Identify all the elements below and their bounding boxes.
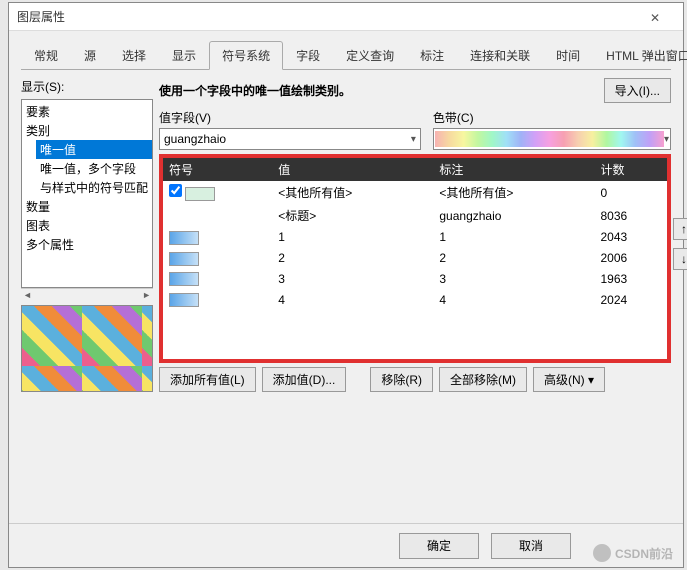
- table-row[interactable]: 442024: [163, 289, 667, 310]
- th-symbol: 符号: [163, 158, 272, 181]
- cell-count: 2024: [594, 289, 667, 310]
- cancel-button[interactable]: 取消: [491, 533, 571, 559]
- chevron-down-icon: ▾: [664, 134, 669, 145]
- tree-features[interactable]: 要素: [22, 102, 152, 121]
- cell-count: 1963: [594, 269, 667, 290]
- chevron-down-icon: ▾: [411, 134, 416, 145]
- right-panel: 使用一个字段中的唯一值绘制类别。 导入(I)... 值字段(V) guangzh…: [159, 78, 671, 392]
- color-ramp-label: 色带(C): [433, 109, 671, 126]
- layer-properties-dialog: 图层属性 ✕ 常规源选择显示符号系统字段定义查询标注连接和关联时间HTML 弹出…: [8, 2, 684, 568]
- tab-10[interactable]: HTML 弹出窗口: [593, 41, 687, 69]
- scroll-right-icon: ►: [142, 290, 151, 300]
- tab-6[interactable]: 定义查询: [333, 41, 407, 69]
- move-up-button[interactable]: ↑: [673, 218, 687, 240]
- swatch-icon: [169, 272, 199, 286]
- add-value-button[interactable]: 添加值(D)...: [262, 367, 347, 392]
- cell-label: 3: [433, 269, 594, 290]
- tree-charts[interactable]: 图表: [22, 216, 152, 235]
- swatch-icon: [169, 231, 199, 245]
- cell-value: <其他所有值>: [272, 181, 433, 204]
- tab-0[interactable]: 常规: [21, 41, 71, 69]
- tab-1[interactable]: 源: [71, 41, 109, 69]
- scroll-left-icon: ◄: [23, 290, 32, 300]
- value-field-label: 值字段(V): [159, 109, 421, 126]
- tab-4[interactable]: 符号系统: [209, 41, 283, 70]
- ok-button[interactable]: 确定: [399, 533, 479, 559]
- dialog-footer: 确定 取消 应用(A): [9, 523, 683, 567]
- swatch-icon: [185, 187, 215, 201]
- color-ramp-preview: [435, 131, 664, 147]
- cell-count: 0: [594, 181, 667, 204]
- tree-unique-many-fields[interactable]: 唯一值，多个字段: [36, 159, 152, 178]
- tree-match-style[interactable]: 与样式中的符号匹配: [36, 178, 152, 197]
- watermark-text: CSDN前沿: [615, 545, 673, 562]
- symbology-preview: [21, 305, 153, 392]
- cell-value: <标题>: [272, 204, 433, 227]
- th-count: 计数: [594, 158, 667, 181]
- tree-unique-values[interactable]: 唯一值: [36, 140, 152, 159]
- tab-8[interactable]: 连接和关联: [457, 41, 543, 69]
- tab-7[interactable]: 标注: [407, 41, 457, 69]
- tab-9[interactable]: 时间: [543, 41, 593, 69]
- cell-label: 1: [433, 227, 594, 248]
- arrow-down-icon: ↓: [681, 252, 687, 266]
- other-values-checkbox[interactable]: [169, 184, 182, 197]
- cell-value: 4: [272, 289, 433, 310]
- values-table[interactable]: 符号 值 标注 计数 <其他所有值><其他所有值>0<标题>guangzhaio…: [163, 158, 667, 310]
- table-row[interactable]: <标题>guangzhaio8036: [163, 204, 667, 227]
- tab-2[interactable]: 选择: [109, 41, 159, 69]
- tree-categories[interactable]: 类别: [22, 121, 152, 140]
- th-label: 标注: [433, 158, 594, 181]
- cell-label: 4: [433, 289, 594, 310]
- color-ramp-select[interactable]: ▾: [433, 128, 671, 150]
- dialog-body: 常规源选择显示符号系统字段定义查询标注连接和关联时间HTML 弹出窗口 显示(S…: [9, 31, 683, 400]
- arrow-up-icon: ↑: [681, 222, 687, 236]
- tab-5[interactable]: 字段: [283, 41, 333, 69]
- cell-count: 2006: [594, 248, 667, 269]
- cell-label: guangzhaio: [433, 204, 594, 227]
- remove-all-button[interactable]: 全部移除(M): [439, 367, 527, 392]
- cell-count: 8036: [594, 204, 667, 227]
- titlebar: 图层属性 ✕: [9, 3, 683, 31]
- symbology-description: 使用一个字段中的唯一值绘制类别。: [159, 82, 598, 99]
- cell-value: 1: [272, 227, 433, 248]
- show-tree[interactable]: 要素 类别 唯一值 唯一值，多个字段 与样式中的符号匹配 数量 图表 多个属性: [21, 99, 153, 288]
- move-down-button[interactable]: ↓: [673, 248, 687, 270]
- close-icon: ✕: [650, 11, 660, 25]
- show-label: 显示(S):: [21, 78, 153, 95]
- tree-multiple-attrs[interactable]: 多个属性: [22, 235, 152, 254]
- table-row[interactable]: 222006: [163, 248, 667, 269]
- wechat-icon: [593, 544, 611, 562]
- cell-label: 2: [433, 248, 594, 269]
- tabs-bar: 常规源选择显示符号系统字段定义查询标注连接和关联时间HTML 弹出窗口: [21, 41, 671, 70]
- tab-3[interactable]: 显示: [159, 41, 209, 69]
- window-title: 图层属性: [17, 8, 635, 25]
- table-row[interactable]: 331963: [163, 269, 667, 290]
- value-field-value: guangzhaio: [164, 132, 226, 146]
- cell-count: 2043: [594, 227, 667, 248]
- table-row[interactable]: 112043: [163, 227, 667, 248]
- tree-scrollbar[interactable]: ◄►: [21, 288, 153, 301]
- value-field-select[interactable]: guangzhaio ▾: [159, 128, 421, 150]
- add-all-values-button[interactable]: 添加所有值(L): [159, 367, 256, 392]
- th-value: 值: [272, 158, 433, 181]
- remove-button[interactable]: 移除(R): [370, 367, 433, 392]
- symbology-tab-content: 显示(S): 要素 类别 唯一值 唯一值，多个字段 与样式中的符号匹配 数量 图…: [21, 70, 671, 400]
- values-tbody: <其他所有值><其他所有值>0<标题>guangzhaio80361120432…: [163, 181, 667, 310]
- bottom-button-row: 添加所有值(L) 添加值(D)... 移除(R) 全部移除(M) 高级(N) ▾: [159, 367, 671, 392]
- cell-value: 3: [272, 269, 433, 290]
- import-button[interactable]: 导入(I)...: [604, 78, 671, 103]
- swatch-icon: [169, 252, 199, 266]
- left-panel: 显示(S): 要素 类别 唯一值 唯一值，多个字段 与样式中的符号匹配 数量 图…: [21, 78, 153, 392]
- cell-value: 2: [272, 248, 433, 269]
- close-button[interactable]: ✕: [635, 4, 675, 30]
- table-row[interactable]: <其他所有值><其他所有值>0: [163, 181, 667, 204]
- advanced-button[interactable]: 高级(N) ▾: [533, 367, 605, 392]
- watermark: CSDN前沿: [593, 544, 673, 562]
- swatch-icon: [169, 293, 199, 307]
- values-table-box: 符号 值 标注 计数 <其他所有值><其他所有值>0<标题>guangzhaio…: [159, 154, 671, 363]
- cell-label: <其他所有值>: [433, 181, 594, 204]
- tree-quantities[interactable]: 数量: [22, 197, 152, 216]
